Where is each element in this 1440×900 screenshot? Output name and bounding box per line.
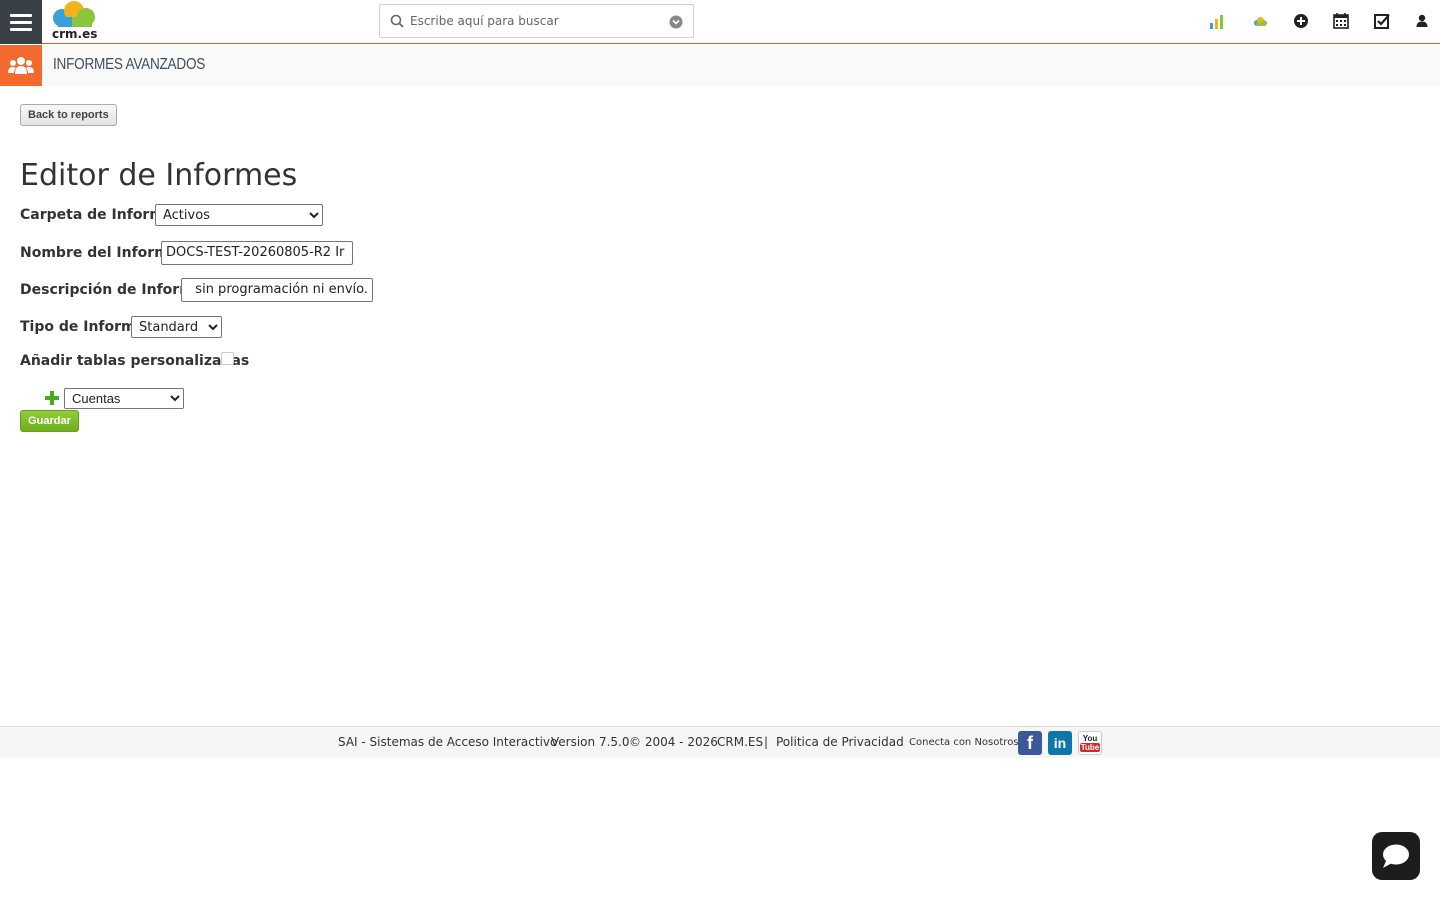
module-select[interactable]: Cuentas [64,388,184,409]
folder-select[interactable]: Activos [155,204,323,226]
youtube-you-text: You [1082,734,1098,743]
module-title[interactable]: Informes Avanzados [53,56,205,74]
youtube-icon[interactable]: You Tube [1078,731,1102,755]
top-bar: crm.es [0,0,1440,44]
footer-brand-link[interactable]: CRM.ES [717,735,763,749]
chat-button[interactable] [1372,832,1420,880]
search-input[interactable] [410,9,660,33]
description-label: Descripción de Informe [20,282,204,298]
chat-bubble-icon [1383,844,1409,868]
module-header: Informes Avanzados [0,45,1440,86]
linkedin-icon[interactable]: in [1048,731,1072,755]
page-title: Editor de Informes [20,158,298,193]
report-name-input[interactable]: DOCS-TEST-20260805-R2 Ir [161,241,353,265]
plus-circle-icon[interactable] [1291,11,1311,31]
back-to-reports-button[interactable]: Back to reports [20,104,117,126]
youtube-tube-text: Tube [1079,743,1101,752]
folder-label: Carpeta de Informe [20,207,174,223]
users-icon[interactable] [0,45,42,86]
custom-tables-checkbox[interactable] [221,352,234,365]
logo-text: crm.es [52,27,98,41]
footer-company: SAI - Sistemas de Acceso Interactivo [338,735,558,749]
hamburger-menu-icon[interactable] [0,0,42,44]
custom-tables-label: Añadir tablas personalizadas [20,353,250,369]
add-module-plus-icon[interactable] [44,390,60,406]
cloud-icon[interactable] [1250,11,1270,31]
user-icon[interactable] [1412,11,1432,31]
facebook-icon[interactable]: f [1018,731,1042,755]
footer: SAI - Sistemas de Acceso Interactivo Ver… [0,726,1440,758]
report-type-label: Tipo de Informe [20,319,146,335]
checkbox-icon[interactable] [1372,11,1392,31]
footer-copyright: © 2004 - 2026 [629,735,718,749]
search-box[interactable] [379,4,694,38]
chevron-down-circle-icon[interactable] [669,15,683,29]
footer-version: Version 7.5.0 [551,735,630,749]
footer-separator: | [764,735,769,749]
connect-label: Conecta con Nosotros [909,737,1019,748]
report-name-label: Nombre del Informe [20,245,179,261]
calendar-icon[interactable] [1331,11,1351,31]
privacy-policy-link[interactable]: Politica de Privacidad [776,735,904,749]
search-icon [390,14,404,28]
bar-chart-icon[interactable] [1207,11,1227,31]
report-type-select[interactable]: Standard [131,316,222,338]
save-button[interactable]: Guardar [20,410,79,432]
description-input[interactable]: sin programación ni envío. [181,278,373,302]
